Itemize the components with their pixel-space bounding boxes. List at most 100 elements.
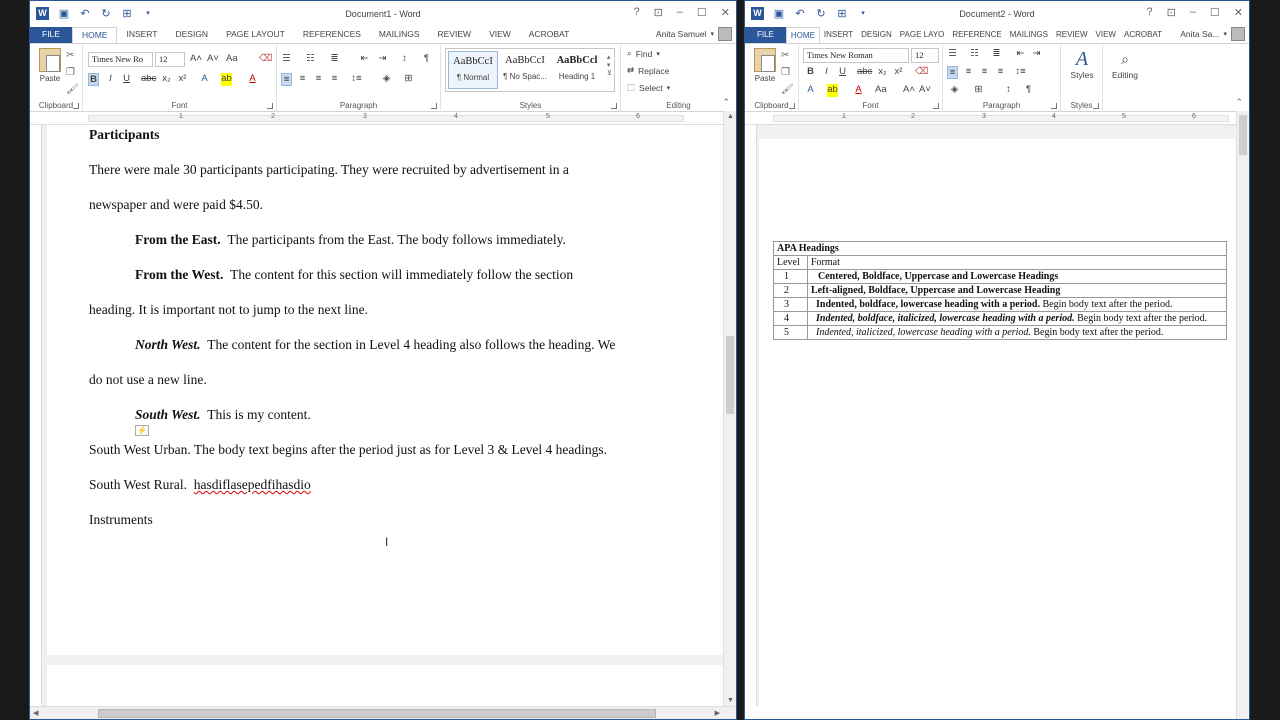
tab-home[interactable]: HOME: [785, 27, 820, 43]
select-button[interactable]: ⬚ Select ▾: [627, 82, 670, 93]
underline-button[interactable]: U: [837, 66, 848, 79]
font-launcher-icon[interactable]: [933, 103, 939, 109]
tab-acrobat[interactable]: ACROBAT: [1120, 27, 1166, 43]
font-name-combo[interactable]: Times New Roman: [803, 48, 909, 63]
tab-acrobat[interactable]: ACROBAT: [520, 27, 578, 43]
decrease-indent-icon[interactable]: ⇤: [359, 53, 370, 66]
apa-headings-table[interactable]: APA Headings Level Format 1 Centered, Bo…: [773, 241, 1227, 340]
font-launcher-icon[interactable]: [267, 103, 273, 109]
shrink-font-icon[interactable]: A˅: [919, 84, 931, 97]
style-no-spacing[interactable]: AaBbCcI ¶ No Spac...: [500, 51, 550, 89]
cut-icon[interactable]: ✂: [66, 50, 79, 61]
borders-icon[interactable]: ⊞: [973, 84, 984, 97]
autocorrect-options-icon[interactable]: ⚡: [135, 425, 149, 436]
ribbon-display-icon[interactable]: ⊡: [1167, 6, 1176, 19]
bullets-icon[interactable]: ☰: [947, 48, 958, 61]
font-size-combo[interactable]: 12: [911, 48, 939, 63]
vertical-scrollbar[interactable]: [1236, 111, 1249, 719]
sort-icon[interactable]: ↕: [1003, 84, 1014, 97]
clear-formatting-icon[interactable]: ⌫: [259, 53, 272, 66]
numbering-icon[interactable]: ☷: [305, 53, 316, 66]
align-right-icon[interactable]: ≡: [313, 73, 324, 86]
horizontal-scrollbar[interactable]: ◀ ▶: [30, 706, 736, 719]
tab-references[interactable]: REFERENCE: [948, 27, 1005, 43]
tab-design[interactable]: DESIGN: [857, 27, 896, 43]
collapse-ribbon-icon[interactable]: ⌃: [722, 97, 730, 108]
user-account[interactable]: Anita Sa... ▾: [1180, 27, 1245, 41]
grow-font-icon[interactable]: A˄: [190, 53, 202, 66]
bullets-icon[interactable]: ☰: [281, 53, 292, 66]
subscript-button[interactable]: x₂: [877, 66, 888, 79]
tab-page-layout[interactable]: PAGE LAYOUT: [217, 27, 294, 43]
tab-view[interactable]: VIEW: [1092, 27, 1120, 43]
gallery-scroll-icon[interactable]: ▴ ▾ ⊻: [607, 53, 612, 77]
style-heading-1[interactable]: AaBbCcl Heading 1: [552, 51, 602, 89]
cut-icon[interactable]: ✂: [781, 50, 794, 61]
show-marks-icon[interactable]: ¶: [421, 53, 432, 66]
bold-button[interactable]: B: [805, 66, 816, 79]
vertical-ruler[interactable]: [745, 125, 757, 706]
paste-button[interactable]: Paste: [36, 48, 64, 83]
align-right-icon[interactable]: ≡: [979, 66, 990, 79]
text-effects-icon[interactable]: A: [805, 84, 816, 97]
align-left-icon[interactable]: ≡: [281, 73, 292, 86]
change-case-icon[interactable]: Aa: [875, 84, 887, 97]
horizontal-ruler[interactable]: 1 2 3 4 5 6: [745, 112, 1249, 125]
document-page[interactable]: APA Headings Level Format 1 Centered, Bo…: [759, 139, 1235, 706]
tab-design[interactable]: DESIGN: [166, 27, 217, 43]
decrease-indent-icon[interactable]: ⇤: [1015, 48, 1026, 61]
clipboard-launcher-icon[interactable]: [73, 103, 79, 109]
align-center-icon[interactable]: ≡: [297, 73, 308, 86]
ribbon-display-icon[interactable]: ⊡: [654, 6, 663, 19]
font-size-combo[interactable]: 12: [155, 52, 185, 67]
styles-launcher-icon[interactable]: [1093, 103, 1099, 109]
minimize-button[interactable]: –: [677, 6, 683, 19]
align-center-icon[interactable]: ≡: [963, 66, 974, 79]
styles-button[interactable]: A Styles: [1065, 48, 1099, 80]
tab-home[interactable]: HOME: [71, 27, 118, 43]
sort-icon[interactable]: ↕: [399, 53, 410, 66]
superscript-button[interactable]: x²: [177, 73, 188, 86]
scroll-right-icon[interactable]: ▶: [715, 709, 720, 717]
maximize-button[interactable]: ☐: [1210, 6, 1220, 19]
scroll-thumb[interactable]: [98, 709, 656, 718]
copy-icon[interactable]: ❐: [66, 67, 79, 78]
horizontal-ruler[interactable]: 1 2 3 4 5 6: [30, 112, 736, 125]
strikethrough-button[interactable]: abc: [141, 73, 156, 86]
tab-review[interactable]: REVIEW: [429, 27, 481, 43]
align-left-icon[interactable]: ≡: [947, 66, 958, 79]
scroll-left-icon[interactable]: ◀: [33, 709, 38, 717]
tab-references[interactable]: REFERENCES: [294, 27, 370, 43]
tab-mailings[interactable]: MAILINGS: [1006, 27, 1052, 43]
vertical-ruler[interactable]: [30, 125, 42, 706]
superscript-button[interactable]: x²: [893, 66, 904, 79]
show-marks-icon[interactable]: ¶: [1023, 84, 1034, 97]
shrink-font-icon[interactable]: A˅: [207, 53, 219, 66]
tab-mailings[interactable]: MAILINGS: [370, 27, 429, 43]
tab-view[interactable]: VIEW: [480, 27, 520, 43]
tab-file[interactable]: FILE: [745, 27, 786, 43]
grow-font-icon[interactable]: A˄: [903, 84, 915, 97]
format-painter-icon[interactable]: 🖌: [781, 84, 794, 95]
paste-button[interactable]: Paste: [751, 48, 779, 83]
change-case-icon[interactable]: Aa: [226, 53, 238, 66]
italic-button[interactable]: I: [821, 66, 832, 79]
increase-indent-icon[interactable]: ⇥: [377, 53, 388, 66]
numbering-icon[interactable]: ☷: [969, 48, 980, 61]
multilevel-list-icon[interactable]: ≣: [991, 48, 1002, 61]
shading-icon[interactable]: ◈: [949, 84, 960, 97]
highlight-icon[interactable]: ab: [827, 84, 838, 97]
tab-file[interactable]: FILE: [30, 27, 72, 43]
maximize-button[interactable]: ☐: [697, 6, 707, 19]
font-color-icon[interactable]: A: [247, 73, 258, 86]
italic-button[interactable]: I: [105, 73, 116, 86]
collapse-ribbon-icon[interactable]: ⌃: [1235, 97, 1243, 108]
scroll-thumb[interactable]: [1239, 115, 1247, 155]
paragraph-launcher-icon[interactable]: [1051, 103, 1057, 109]
style-normal[interactable]: AaBbCcI ¶ Normal: [448, 51, 498, 89]
line-spacing-icon[interactable]: ↕≡: [351, 73, 362, 86]
increase-indent-icon[interactable]: ⇥: [1031, 48, 1042, 61]
document-page[interactable]: Participants There were male 30 particip…: [47, 125, 723, 655]
format-painter-icon[interactable]: 🖌: [66, 84, 79, 95]
borders-icon[interactable]: ⊞: [403, 73, 414, 86]
